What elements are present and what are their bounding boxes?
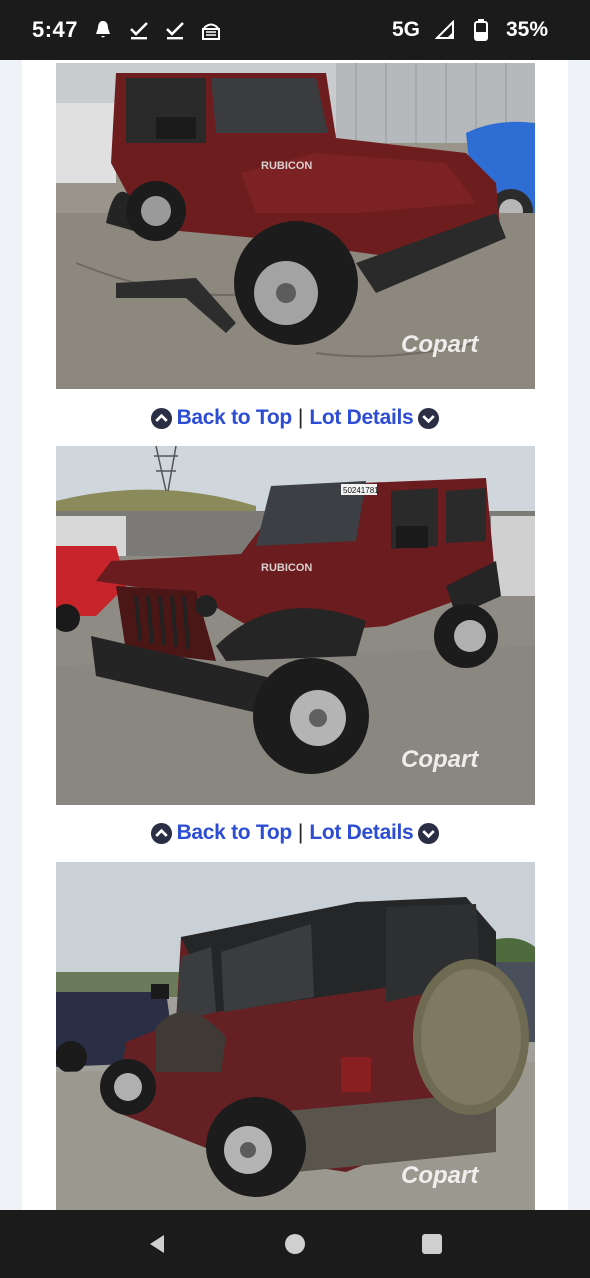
- lot-details-link[interactable]: Lot Details: [309, 821, 440, 845]
- system-nav-bar: [0, 1210, 590, 1278]
- lot-details-label: Lot Details: [309, 406, 414, 429]
- back-to-top-link[interactable]: Back to Top: [150, 821, 292, 845]
- status-right: 5G 35%: [392, 18, 548, 42]
- status-left: 5:47: [32, 17, 222, 43]
- chevron-down-circle-icon: [418, 407, 440, 429]
- lot-details-link[interactable]: Lot Details: [309, 406, 440, 430]
- network-type: 5G: [391, 18, 420, 41]
- nav-separator: |: [297, 406, 304, 429]
- sim-icon: [200, 19, 222, 41]
- copart-watermark: Copart: [401, 331, 479, 358]
- nav-separator: |: [297, 821, 304, 844]
- back-to-top-label: Back to Top: [176, 821, 293, 844]
- vehicle-photo-front-right[interactable]: RUBICON Copart: [56, 63, 535, 389]
- status-time: 5:47: [32, 17, 79, 42]
- back-to-top-label: Back to Top: [176, 406, 293, 429]
- rubicon-badge: RUBICON: [261, 160, 312, 172]
- vehicle-photo-rear-left[interactable]: Copart: [56, 862, 535, 1210]
- battery-level: 35%: [505, 18, 548, 41]
- photo-nav-row: Back to Top | Lot Details: [22, 400, 568, 436]
- check-icon: [164, 19, 186, 41]
- lot-sticker: 50241781: [343, 486, 379, 495]
- lot-photo-gallery: RUBICON Copart Back to Top | Lot Details: [22, 60, 568, 1210]
- back-to-top-link[interactable]: Back to Top: [150, 406, 292, 430]
- rubicon-badge: RUBICON: [261, 562, 312, 574]
- home-icon[interactable]: [283, 1232, 307, 1256]
- vehicle-photo-rear-left-image: [56, 862, 535, 1210]
- chevron-up-circle-icon: [150, 822, 172, 844]
- chevron-up-circle-icon: [150, 407, 172, 429]
- chevron-down-circle-icon: [418, 822, 440, 844]
- vehicle-photo-front-left[interactable]: 50241781 RUBICON Copart: [56, 446, 535, 805]
- check-icon: [128, 19, 150, 41]
- status-bar: 5:47 5G 35%: [0, 0, 590, 60]
- battery-icon: [470, 19, 492, 41]
- lot-details-label: Lot Details: [309, 821, 414, 844]
- copart-watermark: Copart: [401, 1162, 479, 1189]
- back-icon[interactable]: [146, 1232, 170, 1256]
- copart-watermark: Copart: [401, 746, 479, 773]
- signal-icon: [434, 19, 456, 41]
- photo-nav-row: Back to Top | Lot Details: [22, 815, 568, 851]
- notification-icon: [92, 19, 114, 41]
- recents-icon[interactable]: [420, 1232, 444, 1256]
